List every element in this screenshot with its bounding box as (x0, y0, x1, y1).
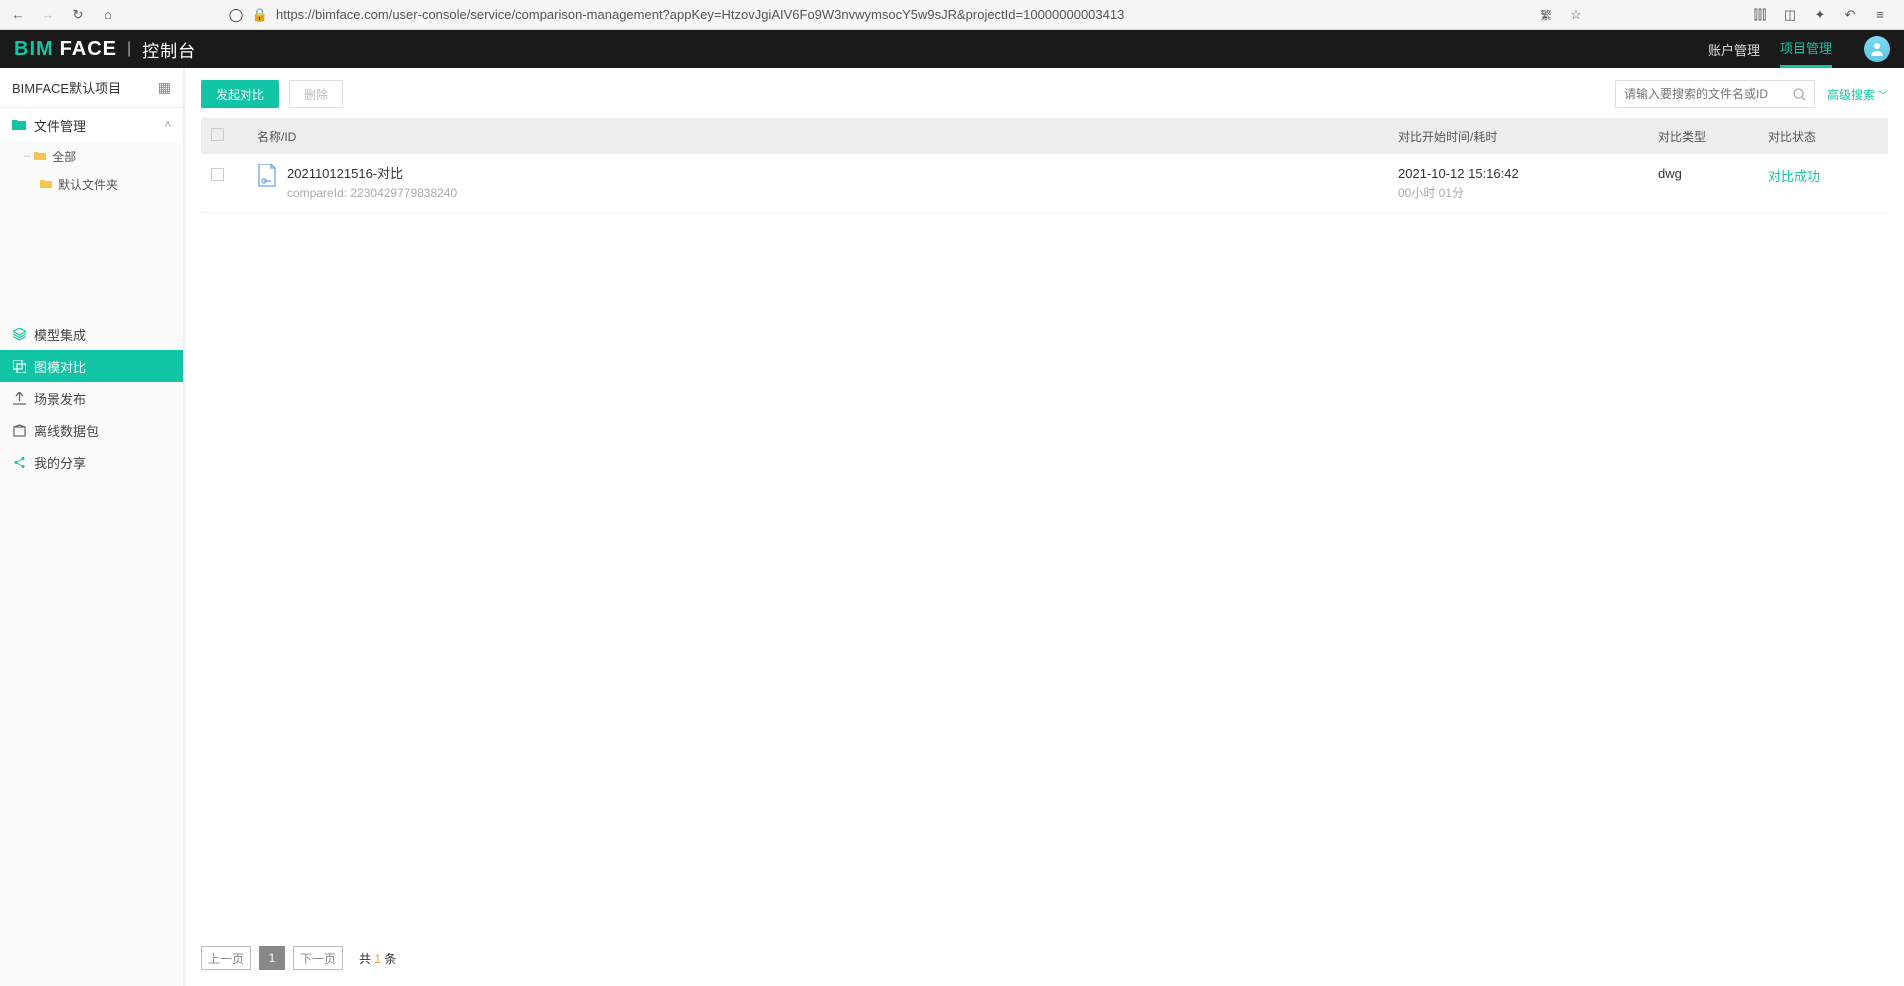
row-status: 对比成功 (1768, 169, 1820, 184)
menu-icon[interactable]: ≡ (1872, 7, 1888, 23)
select-all-checkbox[interactable] (211, 128, 224, 141)
lock-icon: 🔒 (252, 7, 268, 23)
row-checkbox[interactable] (211, 168, 224, 181)
page-count: 共 1 条 (359, 950, 396, 967)
adv-search-label: 高级搜索 (1827, 86, 1875, 103)
logo-console: 控制台 (142, 37, 196, 62)
sidebar-file-management[interactable]: 文件管理 ˄ (0, 108, 183, 142)
logo-divider: | (127, 40, 132, 58)
sidebar-toggle-icon[interactable]: ◫ (1782, 7, 1798, 23)
table-header: 名称/ID 对比开始时间/耗时 对比类型 对比状态 (201, 118, 1888, 154)
layers-icon (12, 328, 26, 341)
publish-icon (12, 392, 26, 405)
search-input[interactable] (1624, 87, 1793, 101)
search-box[interactable] (1615, 80, 1815, 108)
project-selector[interactable]: BIMFACE默认项目 ▦ (0, 68, 183, 108)
nav-project[interactable]: 项目管理 (1780, 30, 1832, 68)
project-name: BIMFACE默认项目 (12, 78, 121, 97)
scene-publish-label: 场景发布 (34, 389, 86, 408)
chevron-up-icon: ˄ (165, 119, 171, 131)
package-icon (12, 424, 26, 437)
row-duration: 00小时 01分 (1398, 184, 1658, 201)
search-icon[interactable] (1793, 88, 1806, 101)
sidebar: BIMFACE默认项目 ▦ 文件管理 ˄ – 全部 (0, 68, 184, 986)
col-time: 对比开始时间/耗时 (1398, 128, 1658, 145)
undo-icon[interactable]: ↶ (1842, 7, 1858, 23)
sidebar-offline-data[interactable]: 离线数据包 (0, 414, 183, 446)
logo-face: FACE (60, 38, 117, 61)
pagination: 上一页 1 下一页 共 1 条 (201, 934, 1888, 974)
file-icon (257, 164, 277, 188)
model-integrate-label: 模型集成 (34, 325, 86, 344)
main-content: 发起对比 删除 高级搜索 ﹀ 名称/ID 对比开始时间/耗时 对比类型 (184, 68, 1904, 986)
pocket-icon[interactable]: ✦ (1812, 7, 1828, 23)
sidebar-model-compare[interactable]: 图模对比 (0, 350, 183, 382)
url-text[interactable]: https://bimface.com/user-console/service… (276, 7, 1124, 22)
bookmark-star-icon[interactable]: ☆ (1568, 7, 1584, 23)
col-name: 名称/ID (251, 128, 1398, 145)
toolbar: 发起对比 删除 高级搜索 ﹀ (201, 80, 1888, 108)
tree-default-folder[interactable]: 默认文件夹 (0, 170, 183, 198)
next-page-button[interactable]: 下一页 (293, 946, 343, 970)
row-name: 202110121516-对比 (287, 164, 457, 184)
tree-all-label: 全部 (52, 148, 76, 165)
compare-icon (12, 360, 26, 373)
my-share-label: 我的分享 (34, 453, 86, 472)
start-compare-button[interactable]: 发起对比 (201, 80, 279, 108)
row-type: dwg (1658, 166, 1682, 181)
home-icon[interactable]: ⌂ (100, 7, 116, 23)
app-header: BIM FACE | 控制台 账户管理 项目管理 (0, 30, 1904, 68)
table-row[interactable]: 202110121516-对比 compareId: 2230429779838… (201, 154, 1888, 213)
advanced-search-link[interactable]: 高级搜索 ﹀ (1827, 86, 1888, 103)
share-icon (12, 456, 26, 469)
row-time: 2021-10-12 15:16:42 (1398, 164, 1658, 184)
back-icon[interactable]: ← (10, 7, 26, 23)
sidebar-scene-publish[interactable]: 场景发布 (0, 382, 183, 414)
logo[interactable]: BIM FACE | 控制台 (14, 37, 196, 62)
delete-button[interactable]: 删除 (289, 80, 343, 108)
folder-icon (34, 151, 46, 161)
row-compare-id: compareId: 2230429779838240 (287, 184, 457, 202)
browser-toolbar: ← → ↻ ⌂ ◯ 🔒 https://bimface.com/user-con… (0, 0, 1904, 30)
reload-icon[interactable]: ↻ (70, 7, 86, 23)
folder-icon (40, 179, 52, 189)
translate-icon[interactable]: 繁 (1538, 7, 1554, 23)
apps-grid-icon[interactable]: ▦ (158, 79, 171, 96)
sidebar-my-share[interactable]: 我的分享 (0, 446, 183, 478)
logo-bim: BIM (14, 38, 54, 61)
file-mgmt-label: 文件管理 (34, 116, 86, 135)
library-icon[interactable]: ⫿⫿⫿ (1752, 7, 1768, 23)
model-compare-label: 图模对比 (34, 357, 86, 376)
col-status: 对比状态 (1768, 128, 1878, 145)
nav-account[interactable]: 账户管理 (1708, 30, 1760, 68)
forward-icon[interactable]: → (40, 7, 56, 23)
tree-default-folder-label: 默认文件夹 (58, 176, 118, 193)
sidebar-model-integrate[interactable]: 模型集成 (0, 318, 183, 350)
page-1-button[interactable]: 1 (259, 946, 285, 970)
chevron-down-icon: ﹀ (1878, 87, 1888, 102)
col-type: 对比类型 (1658, 128, 1768, 145)
tree-connector-icon: – (24, 150, 30, 162)
offline-data-label: 离线数据包 (34, 421, 99, 440)
avatar[interactable] (1864, 36, 1890, 62)
prev-page-button[interactable]: 上一页 (201, 946, 251, 970)
tree-all[interactable]: – 全部 (0, 142, 183, 170)
folder-icon (12, 119, 26, 131)
shield-icon[interactable]: ◯ (228, 7, 244, 23)
